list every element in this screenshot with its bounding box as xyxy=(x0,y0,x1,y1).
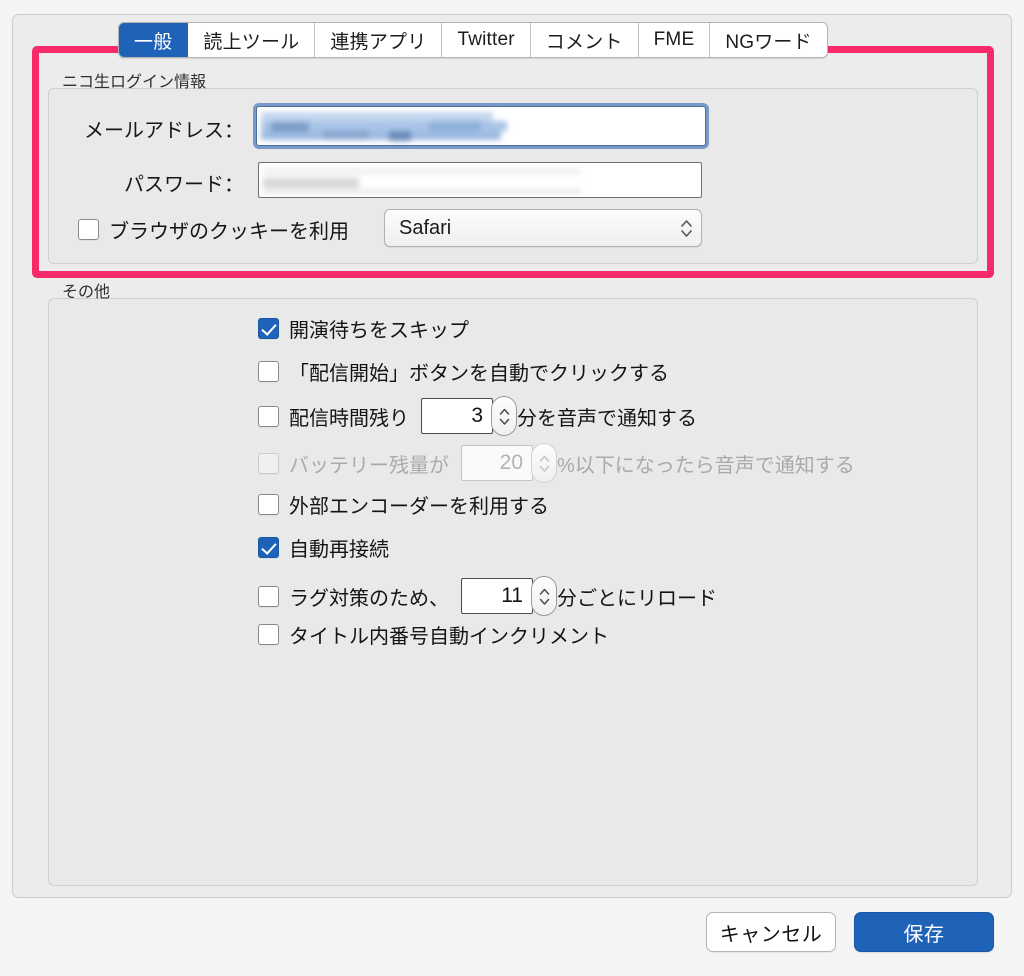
label-auto-click-start: 「配信開始」ボタンを自動でクリックする xyxy=(289,363,669,385)
checkbox-remaining-time-notify[interactable] xyxy=(258,405,279,427)
checkbox-auto-click-start[interactable] xyxy=(258,361,279,382)
label-lag-reload: ラグ対策のため、 xyxy=(289,587,449,610)
use-cookie-label: ブラウザのクッキーを利用 xyxy=(109,221,349,243)
checkbox-auto-reconnect[interactable] xyxy=(258,537,279,558)
label-auto-reconnect: 自動再接続 xyxy=(289,539,389,561)
stepper-lag-reload[interactable]: 11 xyxy=(461,576,557,616)
tab-5[interactable]: FME xyxy=(638,23,711,57)
other-group-title: その他 xyxy=(62,284,111,301)
option-row-remaining-time-notify[interactable]: 配信時間残り 3 分を音声で通知する xyxy=(258,396,698,436)
login-group-title: ニコ生ログイン情報 xyxy=(62,74,207,91)
browser-select[interactable]: Safari xyxy=(384,209,702,247)
tab-3[interactable]: Twitter xyxy=(442,23,531,57)
chevron-updown-icon xyxy=(671,219,701,237)
option-row-auto-click-start[interactable]: 「配信開始」ボタンを自動でクリックする xyxy=(258,357,669,386)
label-after-battery-notify: %以下になったら音声で通知する xyxy=(557,454,855,477)
label-remaining-time-notify: 配信時間残り xyxy=(289,407,409,430)
checkbox-lag-reload[interactable] xyxy=(258,585,279,607)
stepper-remaining-time-notify[interactable]: 3 xyxy=(421,396,517,436)
label-external-encoder: 外部エンコーダーを利用する xyxy=(289,496,549,518)
option-row-battery-notify: バッテリー残量が 20 %以下になったら音声で通知する xyxy=(258,443,856,483)
label-auto-increment-number: タイトル内番号自動インクリメント xyxy=(289,626,609,648)
tab-0[interactable]: 一般 xyxy=(119,23,189,57)
checkbox-auto-increment-number[interactable] xyxy=(258,624,279,645)
option-row-skip-wait[interactable]: 開演待ちをスキップ xyxy=(258,314,469,343)
stepper-battery-notify: 20 xyxy=(461,443,557,483)
option-row-lag-reload[interactable]: ラグ対策のため、 11 分ごとにリロード xyxy=(258,576,718,616)
stepper-arrows-lag-reload[interactable] xyxy=(531,576,557,616)
use-cookie-checkbox[interactable] xyxy=(78,219,99,240)
email-redacted-value xyxy=(261,111,561,143)
password-redacted-value xyxy=(263,166,593,196)
tab-1[interactable]: 読上ツール xyxy=(188,23,316,57)
tab-6[interactable]: NGワード xyxy=(710,23,827,57)
checkbox-skip-wait[interactable] xyxy=(258,318,279,339)
stepper-value-lag-reload[interactable]: 11 xyxy=(461,578,533,614)
cancel-button[interactable]: キャンセル xyxy=(706,912,836,952)
tab-4[interactable]: コメント xyxy=(530,23,639,57)
password-label: パスワード： xyxy=(124,174,244,196)
email-label: メールアドレス： xyxy=(84,120,244,142)
option-row-auto-reconnect[interactable]: 自動再接続 xyxy=(258,533,389,562)
label-after-lag-reload: 分ごとにリロード xyxy=(557,587,717,610)
email-field[interactable] xyxy=(256,106,706,146)
option-row-auto-increment-number[interactable]: タイトル内番号自動インクリメント xyxy=(258,620,609,649)
label-battery-notify: バッテリー残量が xyxy=(289,454,449,477)
stepper-value-battery-notify: 20 xyxy=(461,445,533,481)
checkbox-external-encoder[interactable] xyxy=(258,494,279,515)
checkbox-battery-notify xyxy=(258,452,279,474)
stepper-arrows-battery-notify xyxy=(531,443,557,483)
preferences-window: 一般 読上ツール 連携アプリ Twitter コメント FME NGワード ニコ生ログイン情… xyxy=(0,0,1024,976)
stepper-arrows-remaining-time-notify[interactable] xyxy=(491,396,517,436)
tab-2[interactable]: 連携アプリ xyxy=(315,23,443,57)
option-row-external-encoder[interactable]: 外部エンコーダーを利用する xyxy=(258,490,549,519)
label-after-remaining-time-notify: 分を音声で通知する xyxy=(517,407,697,430)
use-cookie-row[interactable]: ブラウザのクッキーを利用 xyxy=(78,215,349,244)
tab-bar[interactable]: 一般 読上ツール 連携アプリ Twitter コメント FME NGワード xyxy=(118,22,828,58)
stepper-value-remaining-time-notify[interactable]: 3 xyxy=(421,398,493,434)
browser-select-value: Safari xyxy=(399,216,452,239)
save-button[interactable]: 保存 xyxy=(854,912,994,952)
label-skip-wait: 開演待ちをスキップ xyxy=(289,320,469,342)
password-field[interactable] xyxy=(258,162,702,198)
